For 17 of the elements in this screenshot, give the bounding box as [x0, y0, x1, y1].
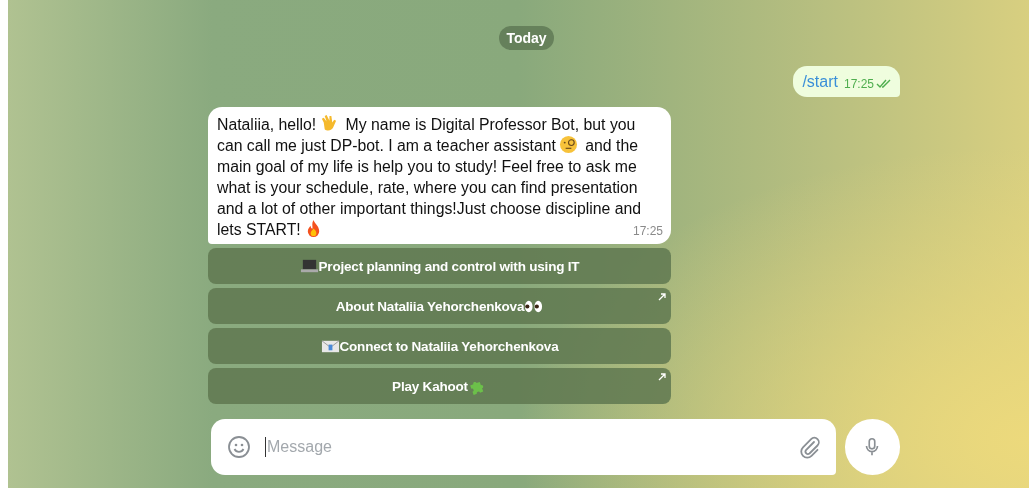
message-composer[interactable]: Message [211, 419, 836, 475]
message-text: /start [802, 73, 838, 91]
message-time: 17:25 [843, 77, 874, 91]
keyboard-button[interactable]: Project planning and control with using IT [208, 248, 671, 284]
message-text: Nataliia, hello! My name is Digital Professor Bot, but you can call me just DP-bot. I am a teacher assistant and the main goal of my life is help you to study! Feel free to ask me what is your schedule, rate, where you can find presentation and a lot of other important things!Just choose discipline and lets START! 17:25 [217, 114, 663, 240]
smiley-icon[interactable] [227, 435, 251, 459]
keyboard-button[interactable]: Connect to Nataliia Yehorchenkova [208, 328, 671, 364]
keyboard-button[interactable]: Play Kahoot [208, 368, 671, 404]
microphone-button[interactable] [844, 419, 900, 475]
message-time: 17:25 [632, 224, 663, 238]
date-chip: Today [499, 26, 554, 50]
monocle-face-icon [558, 135, 578, 154]
envelope-icon [320, 337, 340, 355]
paperclip-icon[interactable] [797, 435, 822, 459]
laptop-icon [299, 257, 319, 275]
waving-hand-icon [319, 114, 339, 133]
keyboard-button[interactable]: About Nataliia Yehorchenkova [208, 288, 671, 324]
